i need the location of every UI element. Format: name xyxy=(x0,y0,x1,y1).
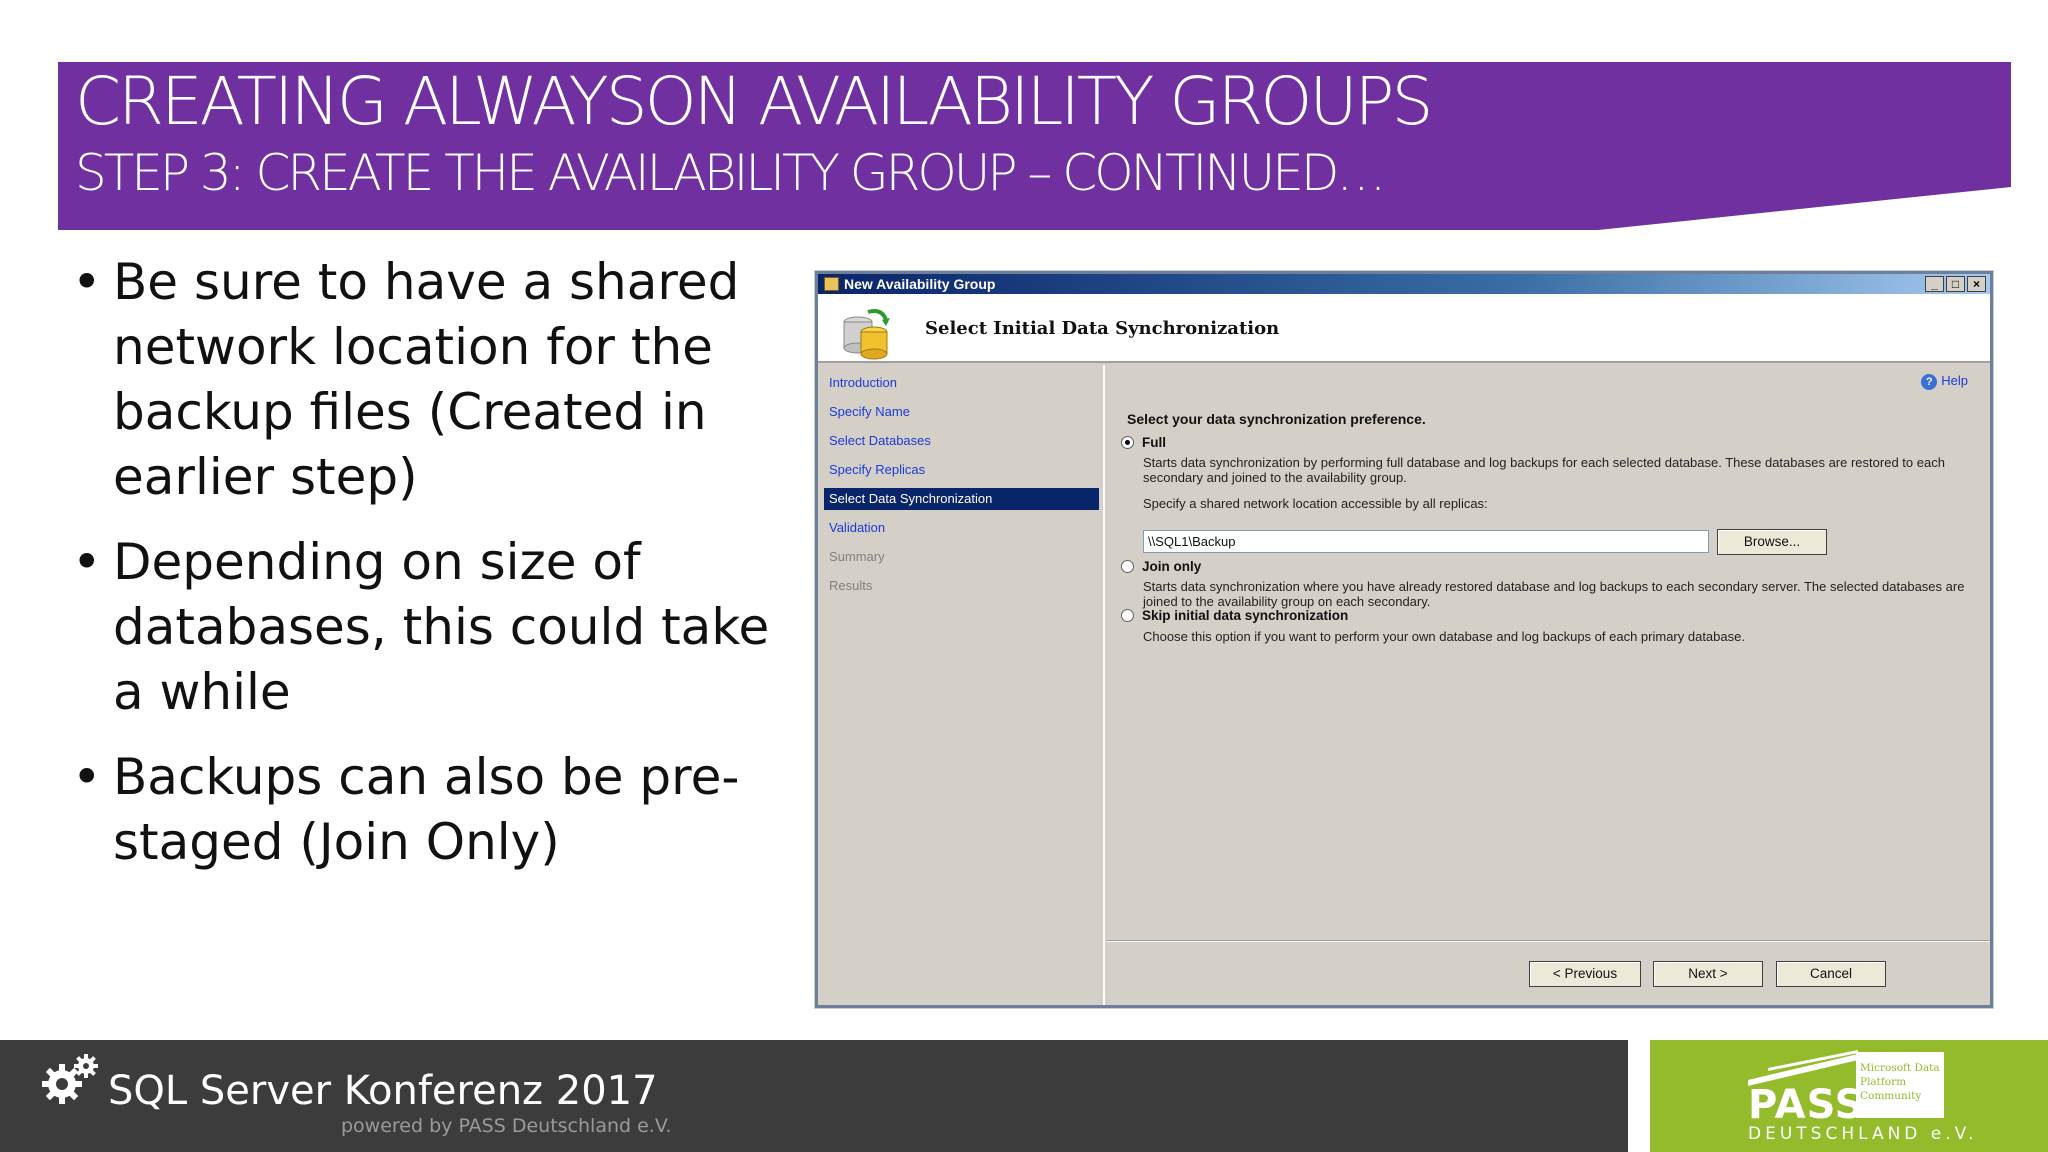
slide-subtitle: STEP 3: CREATE THE AVAILABILITY GROUP – … xyxy=(75,144,1386,202)
bullet-item: • Depending on size of databases, this co… xyxy=(72,530,812,725)
bullet-item: • Be sure to have a shared network locati… xyxy=(72,250,812,510)
bullet-glyph: • xyxy=(72,253,102,311)
radio-skip-sync[interactable]: Skip initial data synchronization xyxy=(1121,608,1348,623)
minimize-icon[interactable]: _ xyxy=(1925,276,1944,292)
close-icon[interactable]: × xyxy=(1967,276,1986,292)
radio-button-join-only[interactable] xyxy=(1121,560,1134,573)
radio-join-only-label: Join only xyxy=(1142,559,1202,574)
radio-button-skip-sync[interactable] xyxy=(1121,609,1134,622)
pass-logo-region: DEUTSCHLAND e.V. xyxy=(1748,1124,1978,1144)
join-only-description: Starts data synchronization where you ha… xyxy=(1143,579,1965,609)
skip-sync-description: Choose this option if you want to perfor… xyxy=(1143,629,1745,644)
radio-button-full[interactable] xyxy=(1121,436,1134,449)
bullet-glyph: • xyxy=(72,533,102,591)
database-sync-icon xyxy=(843,309,890,360)
nav-item-specify-replicas[interactable]: Specify Replicas xyxy=(818,459,1103,488)
nav-item-select-databases[interactable]: Select Databases xyxy=(818,430,1103,459)
preference-label: Select your data synchronization prefere… xyxy=(1127,411,1426,427)
bullet-glyph: • xyxy=(72,748,102,806)
window-titlebar: New Availability Group _ □ × xyxy=(818,274,1990,294)
nav-item-introduction[interactable]: Introduction xyxy=(818,372,1103,401)
conference-name: SQL Server Konferenz 2017 xyxy=(108,1068,658,1114)
new-availability-group-dialog: New Availability Group _ □ × Select Init… xyxy=(815,271,1993,1008)
bullet-list: • Be sure to have a shared network locati… xyxy=(72,250,812,895)
nav-item-summary: Summary xyxy=(829,549,885,564)
nav-item-results: Results xyxy=(829,578,873,593)
backup-share-input[interactable] xyxy=(1143,530,1709,553)
pass-logo-stripes xyxy=(1748,1050,1858,1086)
wizard-sidebar: Introduction Specify Name Select Databas… xyxy=(818,365,1105,1005)
wizard-header: Select Initial Data Synchronization xyxy=(818,294,1990,363)
nav-item-specify-name[interactable]: Specify Name xyxy=(818,401,1103,430)
bullet-item: • Backups can also be pre-staged (Join On… xyxy=(72,745,812,875)
help-link[interactable]: ? Help xyxy=(1921,373,1968,390)
wizard-content: ? Help Select your data synchronization p… xyxy=(1107,365,1990,1005)
bullet-text: Be sure to have a shared network locatio… xyxy=(113,253,740,506)
wizard-page-title: Select Initial Data Synchronization xyxy=(925,318,1280,339)
nav-item-select-data-synchronization[interactable]: Select Data Synchronization xyxy=(824,488,1099,510)
bullet-text: Backups can also be pre-staged (Join Onl… xyxy=(113,748,740,871)
radio-skip-sync-label: Skip initial data synchronization xyxy=(1142,608,1349,623)
help-label: Help xyxy=(1941,373,1968,388)
previous-button[interactable]: < Previous xyxy=(1529,961,1641,987)
help-icon: ? xyxy=(1921,374,1938,390)
window-controls: _ □ × xyxy=(1925,276,1986,292)
next-button[interactable]: Next > xyxy=(1653,961,1763,987)
button-separator xyxy=(1107,940,1990,942)
nav-item-validation[interactable]: Validation xyxy=(818,517,1103,546)
full-description: Starts data synchronization by performin… xyxy=(1143,455,1945,485)
browse-button[interactable]: Browse... xyxy=(1717,529,1827,555)
powered-by: powered by PASS Deutschland e.V. xyxy=(341,1115,672,1137)
radio-full[interactable]: Full xyxy=(1121,435,1166,450)
pass-logo-word: PASS xyxy=(1748,1082,1865,1128)
slide-title: CREATING ALWAYSON AVAILABILITY GROUPS xyxy=(75,63,1433,140)
share-location-label: Specify a shared network location access… xyxy=(1143,496,1488,511)
cancel-button[interactable]: Cancel xyxy=(1776,961,1886,987)
pass-logo-tagline: Microsoft Data Platform Community xyxy=(1860,1062,1940,1102)
maximize-icon[interactable]: □ xyxy=(1946,276,1965,292)
bullet-text: Depending on size of databases, this cou… xyxy=(113,533,770,721)
app-icon xyxy=(824,277,839,291)
radio-full-label: Full xyxy=(1142,435,1166,450)
radio-join-only[interactable]: Join only xyxy=(1121,559,1201,574)
gears-icon xyxy=(42,1054,98,1104)
window-title: New Availability Group xyxy=(844,276,996,292)
